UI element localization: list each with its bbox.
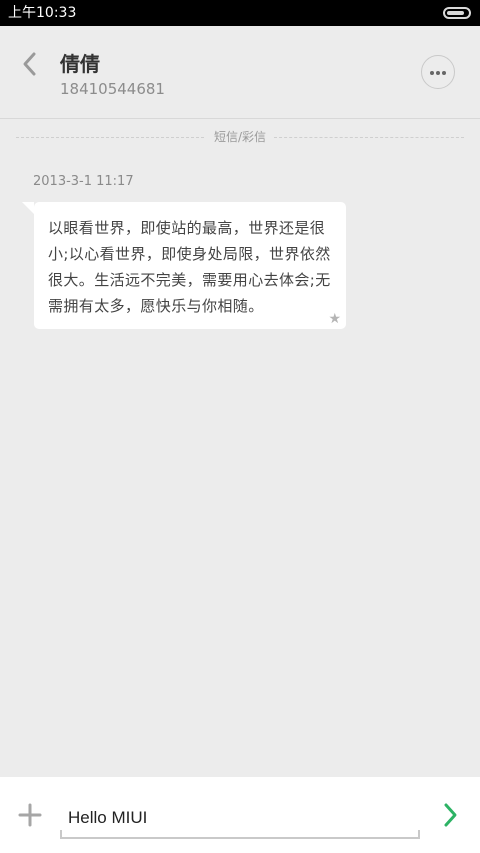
chevron-right-icon: [444, 803, 457, 827]
battery-icon: [443, 7, 471, 19]
battery-level: [447, 11, 464, 15]
message-bubble[interactable]: 以眼看世界，即使站的最高，世界还是很小;以心看世界，即使身处局限，世界依然很大。…: [22, 202, 346, 329]
status-bar: 上午10:33: [0, 0, 480, 26]
status-time: 上午10:33: [8, 5, 77, 21]
input-underline-left-tick: [60, 830, 62, 839]
back-button[interactable]: [14, 48, 46, 80]
send-button[interactable]: [434, 799, 466, 831]
add-attachment-button[interactable]: [14, 799, 46, 831]
contact-number: 18410544681: [60, 80, 165, 98]
bubble-tail: [22, 202, 34, 214]
message-type-label: 短信/彩信: [213, 130, 267, 144]
star-icon[interactable]: ★: [328, 311, 341, 327]
input-underline-right-tick: [418, 830, 420, 839]
message-type-separator: 短信/彩信: [16, 127, 464, 147]
more-options-button[interactable]: [421, 55, 455, 89]
chevron-left-icon: [23, 52, 36, 76]
header-divider: [0, 118, 480, 119]
input-underline: [60, 837, 420, 839]
message-timestamp: 2013-3-1 11:17: [33, 174, 134, 189]
compose-bar: [0, 777, 480, 853]
contact-name: 倩倩: [60, 52, 100, 76]
more-horizontal-icon: [430, 71, 434, 75]
message-text: 以眼看世界，即使站的最高，世界还是很小;以心看世界，即使身处局限，世界依然很大。…: [48, 219, 331, 315]
plus-icon: [18, 803, 42, 827]
message-input[interactable]: [60, 799, 420, 837]
conversation-header: 倩倩 18410544681: [0, 26, 480, 119]
